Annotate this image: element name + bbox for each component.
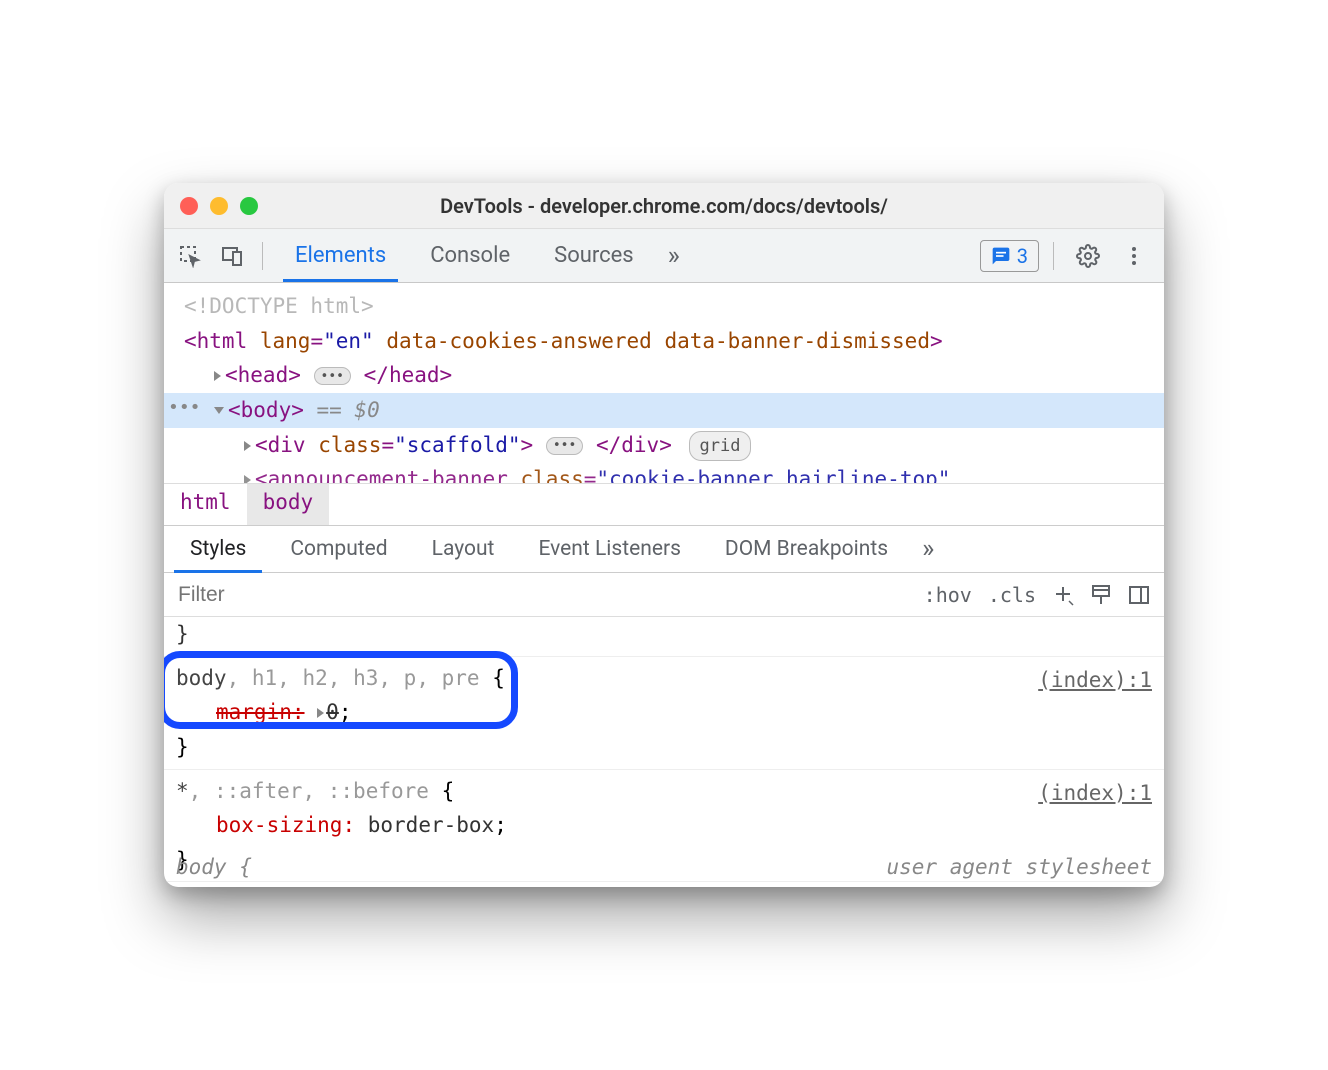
rule-source-link[interactable]: (index):1 xyxy=(1038,776,1152,811)
ellipsis-icon[interactable]: ••• xyxy=(546,437,583,455)
device-styles-button[interactable] xyxy=(1086,580,1116,610)
maximize-window-button[interactable] xyxy=(240,197,258,215)
breadcrumb-body[interactable]: body xyxy=(247,484,330,525)
styles-tabs: Styles Computed Layout Event Listeners D… xyxy=(164,525,1164,573)
styles-rules-panel: } (index):1 body, h1, h2, h3, p, pre { m… xyxy=(164,617,1164,887)
rule-source-link[interactable]: (index):1 xyxy=(1038,663,1152,698)
dom-html-open[interactable]: <html lang="en" data-cookies-answered da… xyxy=(164,324,1164,359)
more-tabs-button[interactable]: » xyxy=(656,229,692,282)
breadcrumb-html[interactable]: html xyxy=(164,484,247,525)
css-declaration[interactable]: margin: 0; xyxy=(176,695,1152,730)
expand-icon[interactable] xyxy=(244,475,251,483)
dom-div-scaffold[interactable]: <div class="scaffold"> ••• </div> grid xyxy=(164,428,1164,463)
issues-icon xyxy=(991,246,1011,266)
titlebar: DevTools - developer.chrome.com/docs/dev… xyxy=(164,183,1164,229)
more-styles-tabs-button[interactable]: » xyxy=(910,534,946,564)
tab-elements[interactable]: Elements xyxy=(273,229,408,282)
device-toolbar-button[interactable] xyxy=(212,236,252,276)
minimize-window-button[interactable] xyxy=(210,197,228,215)
dom-announcement-partial[interactable]: <announcement-banner class="cookie-banne… xyxy=(164,462,1164,483)
toolbar-separator xyxy=(1053,242,1054,270)
style-rule[interactable]: (index):1 body, h1, h2, h3, p, pre { mar… xyxy=(164,657,1164,770)
paint-icon xyxy=(1089,583,1113,607)
issues-badge[interactable]: 3 xyxy=(980,240,1039,272)
cls-toggle[interactable]: .cls xyxy=(984,581,1040,609)
css-declaration[interactable]: box-sizing: border-box; xyxy=(176,808,1152,843)
collapse-icon[interactable] xyxy=(214,407,224,414)
new-style-rule-button[interactable] xyxy=(1048,580,1078,610)
dom-tree-panel[interactable]: <!DOCTYPE html> <html lang="en" data-coo… xyxy=(164,283,1164,483)
window-title: DevTools - developer.chrome.com/docs/dev… xyxy=(164,194,1164,218)
inspect-element-button[interactable] xyxy=(170,236,210,276)
rule-peek: body { xyxy=(176,850,252,885)
style-rule[interactable]: } xyxy=(164,617,1164,657)
breadcrumb-bar: html body xyxy=(164,483,1164,525)
settings-button[interactable] xyxy=(1068,236,1108,276)
main-tabs: Elements Console Sources » xyxy=(273,229,692,282)
ellipsis-icon[interactable]: ••• xyxy=(314,367,351,385)
dom-body-selected[interactable]: ••• <body> == $0 xyxy=(164,393,1164,428)
row-actions-icon[interactable]: ••• xyxy=(168,393,201,423)
panel-icon xyxy=(1127,583,1151,607)
filter-bar: :hov .cls xyxy=(164,573,1164,617)
dom-doctype[interactable]: <!DOCTYPE html> xyxy=(164,289,1164,324)
dom-head[interactable]: <head> ••• </head> xyxy=(164,358,1164,393)
toolbar-right: 3 xyxy=(980,236,1158,276)
main-toolbar: Elements Console Sources » 3 xyxy=(164,229,1164,283)
devtools-window: DevTools - developer.chrome.com/docs/dev… xyxy=(164,183,1164,887)
tab-console[interactable]: Console xyxy=(408,229,532,282)
tab-event-listeners[interactable]: Event Listeners xyxy=(516,526,702,572)
expand-icon[interactable] xyxy=(214,371,221,381)
traffic-lights xyxy=(180,197,258,215)
gear-icon xyxy=(1076,244,1100,268)
user-agent-note: user agent stylesheet xyxy=(886,850,1152,885)
tab-computed[interactable]: Computed xyxy=(268,526,409,572)
kebab-icon xyxy=(1122,244,1146,268)
issues-count: 3 xyxy=(1017,244,1028,268)
grid-badge[interactable]: grid xyxy=(689,431,752,461)
hov-toggle[interactable]: :hov xyxy=(920,581,976,609)
styles-filter-input[interactable] xyxy=(164,573,920,616)
plus-icon xyxy=(1051,583,1075,607)
computed-sidebar-toggle[interactable] xyxy=(1124,580,1154,610)
tab-layout[interactable]: Layout xyxy=(410,526,517,572)
filter-tools: :hov .cls xyxy=(920,580,1164,610)
tab-sources[interactable]: Sources xyxy=(532,229,656,282)
expand-icon[interactable] xyxy=(244,441,251,451)
tab-dom-breakpoints[interactable]: DOM Breakpoints xyxy=(703,526,910,572)
kebab-menu-button[interactable] xyxy=(1114,236,1154,276)
expand-shorthand-icon[interactable] xyxy=(317,708,324,718)
close-window-button[interactable] xyxy=(180,197,198,215)
toolbar-separator xyxy=(262,242,263,270)
tab-styles[interactable]: Styles xyxy=(168,526,268,572)
